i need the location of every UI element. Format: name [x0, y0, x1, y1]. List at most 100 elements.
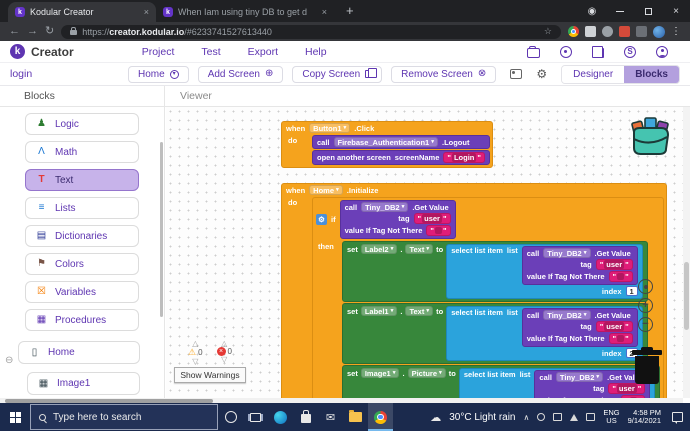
chrome-icon[interactable] [368, 403, 393, 431]
taskbar-search[interactable]: Type here to search [30, 404, 218, 430]
block-select-list-item[interactable]: select list item list call Tiny_DB2▾ .Ge… [446, 306, 642, 361]
network-icon[interactable] [570, 414, 578, 421]
tree-item-image1[interactable]: ▦ Image1 [27, 372, 140, 395]
sidebar-item-procedures[interactable]: ▦ Procedures [25, 309, 139, 331]
menu-help[interactable]: Help [305, 46, 327, 58]
reload-icon[interactable]: ↻ [45, 26, 54, 37]
center-target-icon[interactable] [638, 279, 653, 294]
component-dropdown[interactable]: Home▾ [309, 185, 343, 195]
block-call-tinydb-getvalue[interactable]: call Tiny_DB2▾ .Get Value tag "user" [522, 308, 638, 347]
block-set-image1-picture[interactable]: set Image1▾ . Picture▾ to select list it… [342, 365, 660, 398]
property-dropdown[interactable]: Text▾ [405, 306, 433, 316]
account-icon[interactable] [656, 46, 668, 58]
add-screen-button[interactable]: Add Screen ⊕ [198, 66, 284, 83]
gear-icon[interactable]: ⚙ [536, 68, 547, 80]
tab-blocks[interactable]: Blocks [624, 66, 679, 83]
block-text-empty[interactable]: "" [609, 271, 633, 282]
cortana-button[interactable] [218, 403, 243, 431]
mail-icon[interactable]: ✉ [318, 403, 343, 431]
sidebar-item-lists[interactable]: ≡ Lists [25, 197, 139, 219]
restore-button[interactable] [634, 0, 662, 22]
block-call-firebase-logout[interactable]: call Firebase_Authentication1▾ .Logout [312, 135, 490, 149]
minimize-button[interactable] [606, 0, 634, 22]
close-button[interactable]: × [662, 0, 690, 22]
start-button[interactable] [0, 403, 30, 431]
sidebar-item-dictionaries[interactable]: ▤ Dictionaries [25, 225, 139, 247]
extension-icon[interactable] [568, 26, 579, 37]
component-dropdown[interactable]: Tiny_DB2▾ [556, 372, 603, 382]
task-view-button[interactable] [243, 403, 268, 431]
component-dropdown[interactable]: Label1▾ [361, 306, 398, 316]
extension-icon[interactable] [602, 26, 613, 37]
tray-icon[interactable] [553, 413, 562, 421]
show-warnings-button[interactable]: Show Warnings [174, 367, 246, 383]
block-when-home-initialize[interactable]: when Home▾ .Initialize do ⚙ if call Tiny… [281, 183, 667, 398]
projects-folder-icon[interactable] [527, 48, 540, 58]
profile-icon[interactable]: ◉ [578, 0, 606, 22]
tri-up-icon[interactable]: △ [221, 340, 227, 347]
edge-icon[interactable] [268, 403, 293, 431]
block-call-tinydb-getvalue[interactable]: call Tiny_DB2▾ .Get Value tag "user" [522, 246, 638, 285]
scrollbar-thumb[interactable] [684, 262, 689, 330]
block-text-user[interactable]: "user" [596, 321, 633, 332]
remove-screen-button[interactable]: Remove Screen ⊗ [391, 66, 496, 83]
tri-up-icon[interactable]: △ [192, 340, 198, 347]
backpack-icon[interactable] [628, 115, 673, 162]
component-dropdown[interactable]: Button1▾ [309, 123, 350, 133]
tri-down-icon[interactable]: ▽ [221, 356, 227, 363]
component-dropdown[interactable]: Label2▾ [361, 244, 398, 254]
screen-selector[interactable]: Home ▾ [128, 66, 189, 83]
block-text-user[interactable]: "user" [596, 259, 633, 270]
tab-community[interactable]: k When Iam using tiny DB to get d × [156, 2, 334, 22]
menu-export[interactable]: Export [248, 46, 278, 58]
file-explorer-icon[interactable] [343, 403, 368, 431]
bookmark-star-icon[interactable]: ☆ [544, 26, 552, 37]
scrollbar-thumb[interactable] [5, 399, 213, 403]
sidebar-scrollbar[interactable] [160, 142, 163, 317]
action-center-icon[interactable] [672, 412, 683, 422]
menu-test[interactable]: Test [201, 46, 220, 58]
block-text-user[interactable]: "user" [414, 213, 451, 224]
block-call-tinydb-getvalue[interactable]: call Tiny_DB2▾ .Get Value tag "user" val… [340, 200, 456, 239]
sidebar-item-colors[interactable]: ⚑ Colors [25, 253, 139, 275]
language-indicator[interactable]: ENGUS [603, 409, 619, 426]
extension-icon[interactable] [619, 26, 630, 37]
screenshot-icon[interactable] [510, 69, 522, 79]
component-dropdown[interactable]: Tiny_DB2▾ [543, 310, 590, 320]
earn-icon[interactable]: S [624, 46, 636, 58]
trash-icon[interactable] [632, 350, 662, 386]
sidebar-item-math[interactable]: Λ Math [25, 141, 139, 163]
weather-text[interactable]: 30°C Light rain [449, 412, 515, 423]
back-icon[interactable]: ← [9, 26, 20, 37]
sidebar-item-text[interactable]: T Text [25, 169, 139, 191]
store-icon[interactable] [293, 403, 318, 431]
tray-expand-icon[interactable]: ∧ [524, 413, 530, 422]
browser-avatar[interactable] [653, 26, 665, 38]
error-counter[interactable]: △ ×0 ▽ [217, 340, 232, 365]
tray-icon[interactable] [537, 413, 545, 421]
kodular-logo[interactable]: k [10, 44, 25, 59]
block-select-list-item[interactable]: select list item list call Tiny_DB2▾ .Ge… [459, 368, 655, 398]
block-text-empty[interactable]: "" [609, 333, 633, 344]
extension-icon[interactable] [636, 26, 647, 37]
component-dropdown[interactable]: Image1▾ [361, 368, 400, 378]
zoom-out-button[interactable]: − [638, 317, 653, 332]
block-select-list-item[interactable]: select list item list call Tiny_DB2▾ .Ge… [446, 244, 642, 299]
component-dropdown[interactable]: Firebase_Authentication1▾ [334, 137, 438, 147]
component-dropdown[interactable]: Tiny_DB2▾ [361, 202, 408, 212]
clock[interactable]: 4:58 PM9/14/2021 [628, 409, 661, 426]
theme-icon[interactable] [560, 46, 572, 58]
pages-icon[interactable] [595, 48, 604, 58]
viewer-vertical-scrollbar[interactable] [683, 107, 690, 398]
block-text-empty[interactable]: "" [426, 225, 450, 236]
zoom-in-button[interactable]: + [638, 298, 653, 313]
block-number[interactable]: 1 [626, 286, 638, 296]
warning-counter[interactable]: △ ⚠0 ▽ [188, 340, 203, 365]
browser-menu-icon[interactable]: ⋮ [671, 26, 681, 37]
tab-close-icon[interactable]: × [144, 7, 149, 17]
property-dropdown[interactable]: Text▾ [405, 244, 433, 254]
extension-icon[interactable] [585, 26, 596, 37]
tree-item-home[interactable]: ▯ Home [18, 341, 140, 364]
sidebar-item-logic[interactable]: ♟ Logic [25, 113, 139, 135]
property-dropdown[interactable]: Picture▾ [408, 368, 446, 378]
